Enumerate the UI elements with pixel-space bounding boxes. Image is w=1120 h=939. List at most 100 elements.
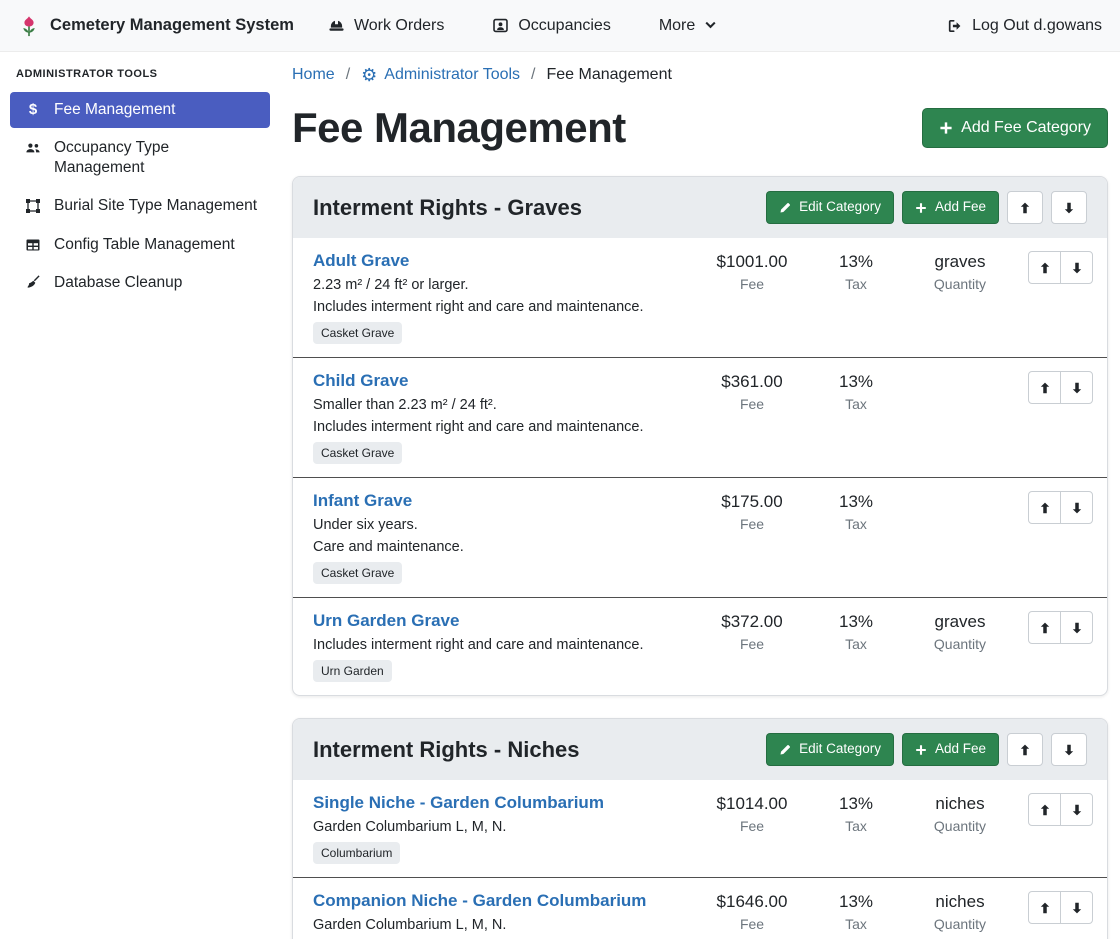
add-fee-button[interactable]: Add Fee xyxy=(902,191,999,224)
tax-label: Tax xyxy=(804,396,908,412)
fee-description: Garden Columbarium L, M, N. xyxy=(313,819,692,835)
fee-name-link[interactable]: Urn Garden Grave xyxy=(313,611,459,631)
fee-label: Fee xyxy=(700,516,804,532)
arrow-down-icon xyxy=(1070,803,1084,817)
arrow-down-icon xyxy=(1070,501,1084,515)
logout-link[interactable]: Log Out d.gowans xyxy=(947,17,1102,35)
edit-category-button[interactable]: Edit Category xyxy=(766,733,894,766)
breadcrumb-home-link[interactable]: Home xyxy=(292,66,335,84)
fee-name-link[interactable]: Child Grave xyxy=(313,371,408,391)
logout-label: Log Out d.gowans xyxy=(972,17,1102,35)
fee-reorder-controls xyxy=(1028,891,1093,939)
nav-work-orders[interactable]: Work Orders xyxy=(328,17,444,35)
fee-quantity-col: graves Quantity xyxy=(908,251,1012,344)
move-fee-down-button[interactable] xyxy=(1060,371,1093,404)
sidebar-section-header: ADMINISTRATOR TOOLS xyxy=(0,52,280,90)
sidebar-item-occupancy-type-management[interactable]: Occupancy Type Management xyxy=(10,130,270,186)
top-navbar: Cemetery Management System Work Orders O… xyxy=(0,0,1120,52)
nav-occupancies[interactable]: Occupancies xyxy=(492,17,611,35)
fee-amount: $175.00 xyxy=(700,492,804,512)
fee-quantity-col: graves Quantity xyxy=(908,611,1012,682)
arrow-down-icon xyxy=(1062,743,1076,757)
sidebar-item-config-table-management[interactable]: Config Table Management xyxy=(10,227,270,263)
dollar-icon: $ xyxy=(22,102,44,117)
fee-description: Includes interment right and care and ma… xyxy=(313,419,692,435)
fee-tax-col: 13% Tax xyxy=(804,251,908,344)
fee-amount: $1646.00 xyxy=(700,892,804,912)
fee-description: Garden Columbarium L, M, N. xyxy=(313,917,692,933)
fee-name-link[interactable]: Infant Grave xyxy=(313,491,412,511)
tax-label: Tax xyxy=(804,516,908,532)
move-category-up-button[interactable] xyxy=(1007,191,1043,224)
breadcrumb-current: Fee Management xyxy=(547,66,672,84)
fee-row: Single Niche - Garden Columbarium Garden… xyxy=(293,780,1107,877)
move-fee-up-button[interactable] xyxy=(1028,891,1061,924)
move-category-down-button[interactable] xyxy=(1051,191,1087,224)
arrow-up-icon xyxy=(1038,803,1052,817)
fee-quantity-col: niches Quantity xyxy=(908,793,1012,864)
fee-row: Adult Grave 2.23 m² / 24 ft² or larger. … xyxy=(293,238,1107,357)
plus-icon xyxy=(915,744,927,756)
move-fee-up-button[interactable] xyxy=(1028,251,1061,284)
admin-sidebar: ADMINISTRATOR TOOLS $ Fee Management Occ… xyxy=(0,52,280,939)
arrow-down-icon xyxy=(1070,901,1084,915)
app-title: Cemetery Management System xyxy=(50,16,294,35)
fee-description: Under six years. xyxy=(313,517,692,533)
nav-more[interactable]: More xyxy=(659,17,717,35)
fee-quantity-col xyxy=(908,371,1012,464)
fee-quantity-col: niches Quantity xyxy=(908,891,1012,939)
fee-description: 2.23 m² / 24 ft² or larger. xyxy=(313,277,692,293)
fee-type-badge: Columbarium xyxy=(313,842,400,864)
category-title: Interment Rights - Graves xyxy=(313,195,582,221)
fee-details: Infant Grave Under six years. Care and m… xyxy=(313,491,700,584)
category-actions: Edit Category Add Fee xyxy=(766,733,1087,766)
move-fee-down-button[interactable] xyxy=(1060,251,1093,284)
nav-occupancies-label: Occupancies xyxy=(518,17,611,35)
move-fee-down-button[interactable] xyxy=(1060,793,1093,826)
plus-icon xyxy=(939,121,953,135)
plus-icon xyxy=(915,202,927,214)
sidebar-item-label: Burial Site Type Management xyxy=(54,196,257,216)
fee-tax-col: 13% Tax xyxy=(804,891,908,939)
fee-name-link[interactable]: Adult Grave xyxy=(313,251,409,271)
logout-icon xyxy=(947,18,963,34)
chevron-down-icon xyxy=(704,19,717,32)
move-category-up-button[interactable] xyxy=(1007,733,1043,766)
fee-tax-col: 13% Tax xyxy=(804,611,908,682)
fee-quantity: graves xyxy=(908,252,1012,272)
nav-links: Work Orders Occupancies More xyxy=(328,17,717,35)
fee-tax: 13% xyxy=(804,892,908,912)
add-fee-button[interactable]: Add Fee xyxy=(902,733,999,766)
fee-quantity: niches xyxy=(908,892,1012,912)
move-fee-up-button[interactable] xyxy=(1028,793,1061,826)
move-category-down-button[interactable] xyxy=(1051,733,1087,766)
fee-amount: $1014.00 xyxy=(700,794,804,814)
arrow-down-icon xyxy=(1070,381,1084,395)
sidebar-item-fee-management[interactable]: $ Fee Management xyxy=(10,92,270,128)
sidebar-item-label: Database Cleanup xyxy=(54,273,182,293)
move-fee-down-button[interactable] xyxy=(1060,891,1093,924)
move-fee-up-button[interactable] xyxy=(1028,491,1061,524)
fee-name-link[interactable]: Single Niche - Garden Columbarium xyxy=(313,793,604,813)
app-brand[interactable]: Cemetery Management System xyxy=(18,13,294,39)
add-fee-category-button[interactable]: Add Fee Category xyxy=(922,108,1108,148)
pencil-icon xyxy=(779,744,791,756)
move-fee-up-button[interactable] xyxy=(1028,371,1061,404)
quantity-label: Quantity xyxy=(908,818,1012,834)
fee-amount-col: $175.00 Fee xyxy=(700,491,804,584)
fee-row: Child Grave Smaller than 2.23 m² / 24 ft… xyxy=(293,357,1107,477)
edit-category-button[interactable]: Edit Category xyxy=(766,191,894,224)
arrow-down-icon xyxy=(1062,201,1076,215)
breadcrumb-separator: / xyxy=(531,66,535,84)
sidebar-item-burial-site-type-management[interactable]: Burial Site Type Management xyxy=(10,188,270,224)
fee-reorder-controls xyxy=(1028,371,1093,464)
sidebar-item-database-cleanup[interactable]: Database Cleanup xyxy=(10,265,270,301)
fee-name-link[interactable]: Companion Niche - Garden Columbarium xyxy=(313,891,646,911)
fee-details: Urn Garden Grave Includes interment righ… xyxy=(313,611,700,682)
title-row: Fee Management Add Fee Category xyxy=(292,104,1108,152)
move-fee-up-button[interactable] xyxy=(1028,611,1061,644)
breadcrumb-admin-tools-link[interactable]: ⚙ Administrator Tools xyxy=(361,66,520,84)
move-fee-down-button[interactable] xyxy=(1060,611,1093,644)
fee-tax-col: 13% Tax xyxy=(804,491,908,584)
move-fee-down-button[interactable] xyxy=(1060,491,1093,524)
